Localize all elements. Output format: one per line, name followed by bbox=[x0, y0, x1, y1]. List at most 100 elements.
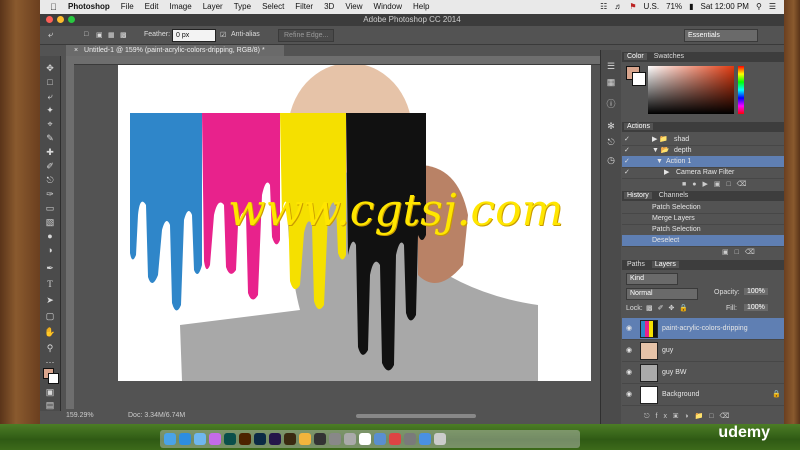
lock-icon[interactable]: 🔒 bbox=[772, 389, 781, 400]
layer-row-guy-bw[interactable]: ◉ guy BW bbox=[622, 362, 784, 384]
tab-history[interactable]: History bbox=[624, 192, 652, 199]
zoom-tool-icon[interactable]: ⚲ bbox=[44, 342, 56, 354]
lock-icons[interactable]: ▩✐✥🔒 bbox=[646, 304, 693, 312]
tab-channels[interactable]: Channels bbox=[656, 192, 692, 199]
calendar-icon[interactable] bbox=[359, 433, 371, 445]
layer-row-background[interactable]: ◉ Background 🔒 bbox=[622, 384, 784, 406]
feather-input[interactable]: 0 px bbox=[172, 29, 216, 42]
clone-stamp-tool-icon[interactable]: ⎋ bbox=[44, 174, 56, 186]
bridge-icon[interactable] bbox=[284, 433, 296, 445]
workspace-select[interactable]: Essentials bbox=[684, 29, 758, 42]
hand-tool-icon[interactable]: ✋ bbox=[44, 326, 56, 338]
opacity-input[interactable]: 100% bbox=[744, 288, 768, 295]
menu-app[interactable]: Photoshop bbox=[68, 0, 110, 14]
layer-filter-kind[interactable]: Kind bbox=[626, 273, 678, 285]
tab-layers[interactable]: Layers bbox=[651, 261, 679, 268]
crop-tool-icon[interactable]: ⌖ bbox=[44, 118, 56, 130]
unity-icon[interactable] bbox=[314, 433, 326, 445]
history-row-current[interactable]: Deselect bbox=[622, 235, 784, 247]
horizontal-ruler[interactable] bbox=[66, 56, 616, 65]
menu-layer[interactable]: Layer bbox=[203, 0, 223, 14]
menu-help[interactable]: Help bbox=[413, 0, 429, 14]
visibility-eye-icon[interactable]: ◉ bbox=[626, 323, 632, 334]
after-effects-icon[interactable] bbox=[269, 433, 281, 445]
lasso-preset-icon[interactable]: ⤶ bbox=[48, 29, 53, 40]
app-icon[interactable] bbox=[344, 433, 356, 445]
dodge-tool-icon[interactable]: ◑ bbox=[44, 244, 56, 256]
healing-brush-tool-icon[interactable]: ✚ bbox=[44, 146, 56, 158]
close-window-button[interactable] bbox=[46, 16, 53, 23]
type-tool-icon[interactable]: T bbox=[44, 278, 56, 290]
visibility-eye-icon[interactable]: ◉ bbox=[626, 345, 632, 356]
clone-source-icon[interactable]: ⎋ bbox=[605, 136, 617, 148]
volume-icon[interactable]: ♬ bbox=[614, 0, 622, 14]
layer-row-guy[interactable]: ◉ guy bbox=[622, 340, 784, 362]
notification-center-icon[interactable]: ☰ bbox=[769, 0, 776, 14]
tab-paths[interactable]: Paths bbox=[624, 261, 648, 268]
navigator-panel-icon[interactable]: ◷ bbox=[605, 154, 617, 166]
color-picker-field[interactable] bbox=[648, 66, 734, 114]
minimize-window-button[interactable] bbox=[57, 16, 64, 23]
lasso-tool-icon[interactable]: ⤶ bbox=[44, 90, 56, 102]
document-canvas[interactable]: www.cgtsj.com bbox=[118, 65, 591, 381]
zoom-level[interactable]: 159.29% bbox=[66, 410, 94, 422]
more-tools-icon[interactable]: ⋯ bbox=[44, 356, 56, 368]
brush-tool-icon[interactable]: ✐ bbox=[44, 160, 56, 172]
blur-tool-icon[interactable]: ● bbox=[44, 230, 56, 242]
checkmark-icon[interactable]: ✓ bbox=[624, 156, 632, 167]
menu-edit[interactable]: Edit bbox=[145, 0, 159, 14]
visibility-eye-icon[interactable]: ◉ bbox=[626, 389, 632, 400]
photoshop-icon[interactable] bbox=[254, 433, 266, 445]
path-selection-tool-icon[interactable]: ➤ bbox=[44, 294, 56, 306]
battery-icon[interactable]: ▮ bbox=[689, 0, 693, 14]
wifi-icon[interactable]: ☷ bbox=[600, 0, 607, 14]
expand-icon[interactable]: ▼ bbox=[656, 156, 663, 167]
menu-3d[interactable]: 3D bbox=[324, 0, 334, 14]
intersect-selection-icon[interactable]: ▩ bbox=[120, 31, 127, 39]
tab-color[interactable]: Color bbox=[624, 53, 647, 60]
background-color-swatch[interactable] bbox=[48, 373, 59, 384]
doc-size[interactable]: Doc: 3.34M/6.74M bbox=[128, 410, 185, 422]
input-source-label[interactable]: U.S. bbox=[644, 0, 660, 14]
illustrator-icon[interactable] bbox=[239, 433, 251, 445]
subtract-selection-icon[interactable]: ▦ bbox=[108, 31, 115, 39]
hue-slider[interactable] bbox=[738, 66, 744, 114]
layer-name[interactable]: guy BW bbox=[662, 367, 687, 378]
fill-input[interactable]: 100% bbox=[744, 304, 768, 311]
vertical-ruler[interactable] bbox=[66, 64, 74, 409]
history-brush-tool-icon[interactable]: ✑ bbox=[44, 188, 56, 200]
info-panel-icon[interactable]: ⓘ bbox=[605, 98, 617, 110]
spotlight-icon[interactable]: ⚲ bbox=[756, 0, 762, 14]
safari-icon[interactable] bbox=[179, 433, 191, 445]
menu-window[interactable]: Window bbox=[374, 0, 402, 14]
visibility-eye-icon[interactable]: ◉ bbox=[626, 367, 632, 378]
quick-selection-tool-icon[interactable]: ✦ bbox=[44, 104, 56, 116]
adjustments-panel-icon[interactable]: ☰ bbox=[605, 60, 617, 72]
menu-file[interactable]: File bbox=[121, 0, 134, 14]
add-selection-icon[interactable]: ▣ bbox=[96, 31, 103, 39]
eraser-tool-icon[interactable]: ▭ bbox=[44, 202, 56, 214]
flag-icon[interactable]: ⚑ bbox=[629, 0, 636, 14]
menu-image[interactable]: Image bbox=[169, 0, 191, 14]
checkmark-icon[interactable]: ✓ bbox=[624, 167, 632, 178]
clock[interactable]: Sat 12:00 PM bbox=[700, 0, 748, 14]
properties-panel-icon[interactable]: ▦ bbox=[605, 76, 617, 88]
tab-actions[interactable]: Actions bbox=[624, 123, 653, 130]
expand-icon[interactable]: ▶ bbox=[664, 167, 669, 178]
refine-edge-button[interactable]: Refine Edge... bbox=[278, 29, 335, 42]
action-row-camera-raw[interactable]: ✓ ▶ Camera Raw Filter bbox=[622, 167, 784, 179]
menu-select[interactable]: Select bbox=[262, 0, 284, 14]
bg-color-swatch[interactable] bbox=[632, 72, 646, 86]
itunes-icon[interactable] bbox=[209, 433, 221, 445]
zoom-window-button[interactable] bbox=[68, 16, 75, 23]
shape-tool-icon[interactable]: ▢ bbox=[44, 310, 56, 322]
layer-row-paint[interactable]: ◉ paint-acrylic-colors-dripping bbox=[622, 318, 784, 340]
document-tab-close-icon[interactable]: × bbox=[74, 47, 78, 54]
trash-icon[interactable] bbox=[434, 433, 446, 445]
app-icon[interactable] bbox=[389, 433, 401, 445]
blend-mode-select[interactable]: Normal bbox=[626, 288, 698, 300]
checkmark-icon[interactable]: ✓ bbox=[624, 134, 632, 145]
app-icon[interactable] bbox=[404, 433, 416, 445]
checkmark-icon[interactable]: ✓ bbox=[624, 145, 632, 156]
finder-icon[interactable] bbox=[164, 433, 176, 445]
